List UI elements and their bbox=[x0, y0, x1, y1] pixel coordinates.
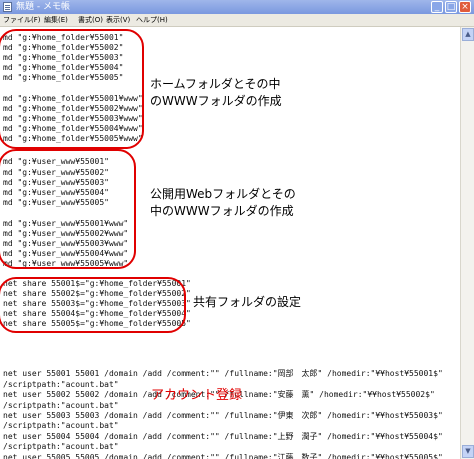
menu-view[interactable]: 表示(V) bbox=[106, 15, 130, 25]
menu-file[interactable]: ファイル(F) bbox=[3, 15, 41, 25]
highlight-home-folder bbox=[0, 29, 144, 149]
text-editor[interactable]: md "g:¥home_folder¥55001" md "g:¥home_fol… bbox=[0, 27, 460, 459]
annotation-home-folder-2: のWWWフォルダの作成 bbox=[150, 94, 282, 108]
annotation-share-folder: 共有フォルダの設定 bbox=[193, 295, 302, 309]
text-line: /scriptpath:"acount.bat" bbox=[3, 421, 119, 430]
menu-bar: ファイル(F) 編集(E) 書式(O) 表示(V) ヘルプ(H) bbox=[0, 14, 474, 27]
scroll-up-icon[interactable]: ▲ bbox=[462, 28, 474, 41]
highlight-share-folder bbox=[0, 277, 186, 333]
notepad-icon bbox=[3, 2, 12, 12]
minimize-button[interactable]: _ bbox=[431, 1, 443, 13]
text-line: net user 55004 55004 /domain /add /comme… bbox=[3, 432, 443, 441]
text-line: /scriptpath:"acount.bat" bbox=[3, 380, 119, 389]
text-line: net user 55001 55001 /domain /add /comme… bbox=[3, 369, 443, 378]
annotation-account: アカウント登録 bbox=[151, 388, 243, 403]
menu-help[interactable]: ヘルプ(H) bbox=[136, 15, 168, 25]
close-button[interactable]: × bbox=[459, 1, 471, 13]
highlight-web-folder bbox=[0, 149, 136, 269]
scroll-down-icon[interactable]: ▼ bbox=[462, 445, 474, 458]
menu-format[interactable]: 書式(O) bbox=[78, 15, 103, 25]
vertical-scrollbar[interactable]: ▲ ▼ bbox=[460, 27, 474, 459]
text-line: net user 55003 55003 /domain /add /comme… bbox=[3, 411, 443, 420]
title-bar[interactable]: 無題 - メモ帳 _ □ × bbox=[0, 0, 474, 14]
maximize-button[interactable]: □ bbox=[445, 1, 457, 13]
annotation-web-folder-1: 公開用Webフォルダとその bbox=[150, 187, 296, 201]
text-line: /scriptpath:"acount.bat" bbox=[3, 401, 119, 410]
text-line: /scriptpath:"acount.bat" bbox=[3, 442, 119, 451]
annotation-web-folder-2: 中のWWWフォルダの作成 bbox=[150, 204, 294, 218]
window-title: 無題 - メモ帳 bbox=[16, 2, 70, 12]
annotation-home-folder-1: ホームフォルダとその中 bbox=[150, 77, 281, 91]
menu-edit[interactable]: 編集(E) bbox=[44, 15, 68, 25]
text-line: net user 55005 55005 /domain /add /comme… bbox=[3, 453, 443, 459]
